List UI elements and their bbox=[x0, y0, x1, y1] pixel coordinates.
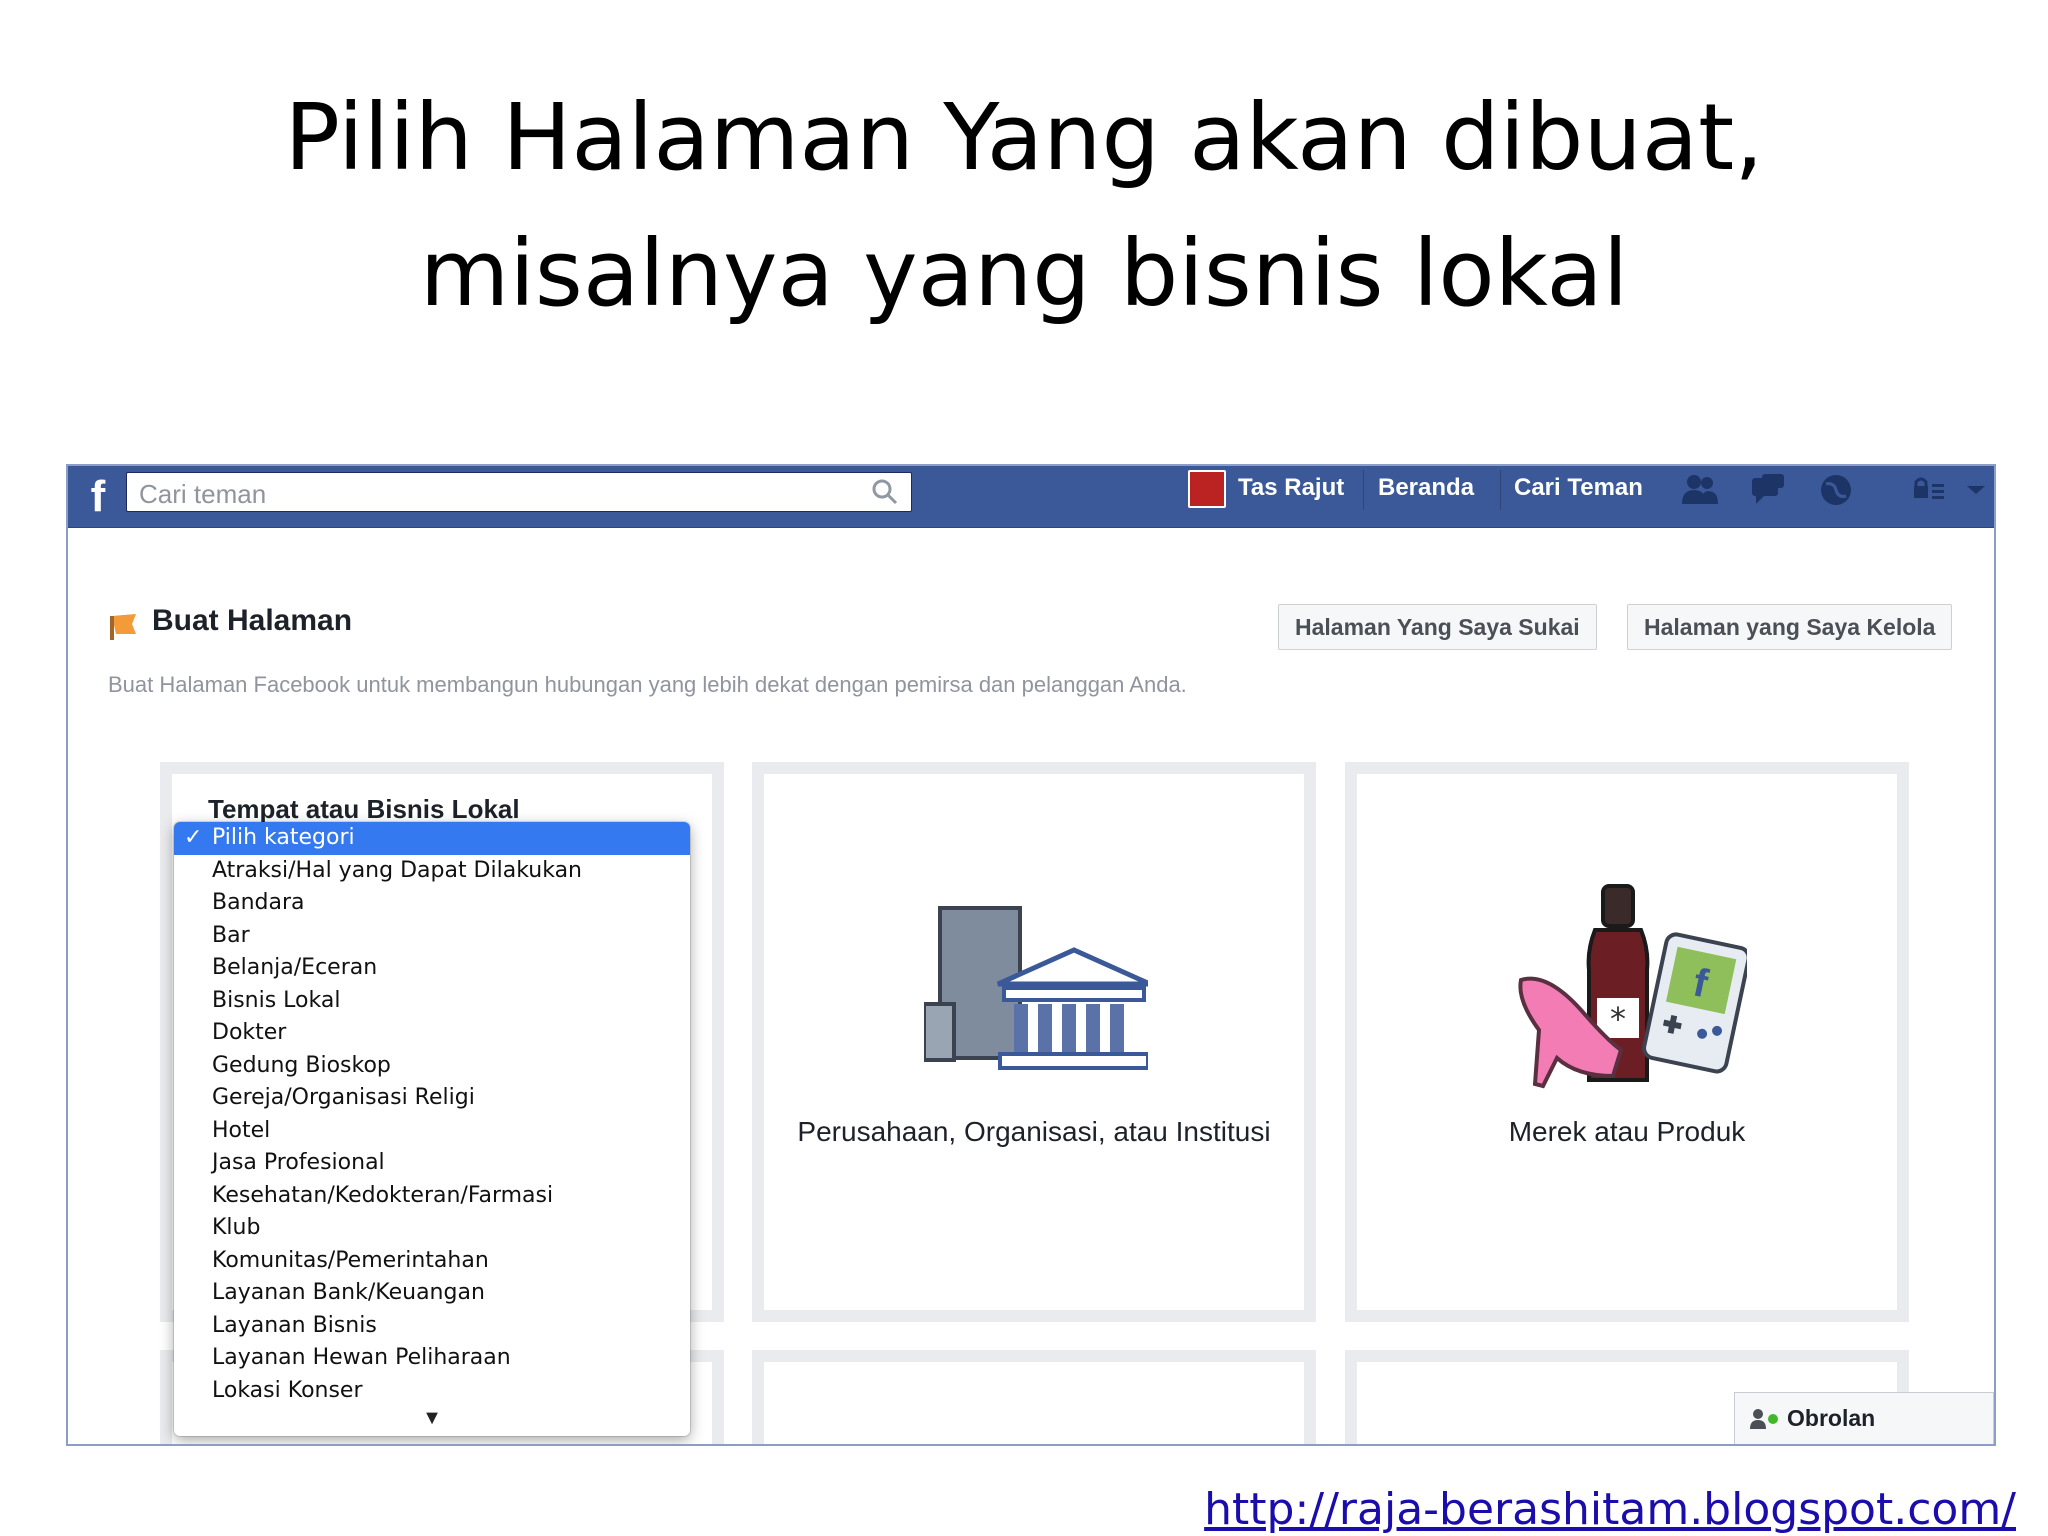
facebook-top-bar: f Cari teman Tas Rajut Beranda Cari Tema… bbox=[68, 466, 1994, 528]
profile-avatar[interactable] bbox=[1188, 470, 1226, 508]
card-row2-2[interactable] bbox=[752, 1350, 1316, 1444]
dropdown-option[interactable]: Layanan Hewan Peliharaan bbox=[174, 1342, 690, 1375]
dropdown-option[interactable]: Belanja/Eceran bbox=[174, 952, 690, 985]
card-brand-product[interactable]: * f Merek atau Produk bbox=[1345, 762, 1909, 1322]
dropdown-option[interactable]: Layanan Bisnis bbox=[174, 1310, 690, 1343]
managed-pages-button[interactable]: Halaman yang Saya Kelola bbox=[1627, 604, 1953, 650]
nav-profile-link[interactable]: Tas Rajut bbox=[1238, 472, 1344, 504]
card-brand-label: Merek atau Produk bbox=[1508, 1116, 1746, 1147]
dropdown-option[interactable]: Atraksi/Hal yang Dapat Dilakukan bbox=[174, 855, 690, 888]
scroll-down-arrow-icon[interactable]: ▼ bbox=[174, 1407, 690, 1430]
dropdown-option[interactable]: Hotel bbox=[174, 1115, 690, 1148]
checkmark-icon: ✓ bbox=[184, 825, 203, 850]
facebook-screenshot: f Cari teman Tas Rajut Beranda Cari Tema… bbox=[66, 464, 1996, 1446]
dropdown-option[interactable]: Klub bbox=[174, 1212, 690, 1245]
messages-icon[interactable] bbox=[1748, 472, 1788, 508]
search-icon[interactable] bbox=[871, 478, 899, 506]
dropdown-option[interactable]: Dokter bbox=[174, 1017, 690, 1050]
category-dropdown[interactable]: ✓ Pilih kategori Atraksi/Hal yang Dapat … bbox=[174, 822, 690, 1436]
privacy-shortcuts-icon[interactable] bbox=[1908, 472, 1948, 508]
friend-requests-icon[interactable] bbox=[1680, 472, 1720, 508]
page-description: Buat Halaman Facebook untuk membangun hu… bbox=[108, 672, 1187, 697]
liked-pages-button[interactable]: Halaman Yang Saya Sukai bbox=[1278, 604, 1597, 650]
blog-url-link[interactable]: http://raja-berashitam.blogspot.com/ bbox=[1204, 1484, 2016, 1535]
dropdown-option-selected[interactable]: ✓ Pilih kategori bbox=[174, 822, 690, 855]
dropdown-selected-label: Pilih kategori bbox=[212, 825, 355, 850]
card-company-label: Perusahaan, Organisasi, atau Institusi bbox=[797, 1116, 1271, 1147]
chevron-down-icon[interactable] bbox=[1963, 472, 1989, 508]
dropdown-option[interactable]: Komunitas/Pemerintahan bbox=[174, 1245, 690, 1278]
nav-divider bbox=[1363, 470, 1364, 510]
dropdown-option[interactable]: Jasa Profesional bbox=[174, 1147, 690, 1180]
nav-home-link[interactable]: Beranda bbox=[1378, 472, 1474, 504]
slide-title-line-1: Pilih Halaman Yang akan dibuat, bbox=[284, 84, 1764, 191]
brand-products-icon: * f bbox=[1518, 884, 1747, 1089]
page-title: Buat Halaman bbox=[152, 604, 353, 637]
company-building-icon bbox=[924, 906, 1148, 1070]
chat-bar[interactable]: Obrolan bbox=[1734, 1392, 1994, 1444]
dropdown-option[interactable]: Gedung Bioskop bbox=[174, 1050, 690, 1083]
slide-title: Pilih Halaman Yang akan dibuat, misalnya… bbox=[0, 70, 2048, 342]
facebook-logo-icon[interactable]: f bbox=[78, 472, 118, 521]
slide-title-line-2: misalnya yang bisnis lokal bbox=[419, 220, 1629, 327]
svg-text:*: * bbox=[1610, 1000, 1626, 1038]
chat-label: Obrolan bbox=[1787, 1405, 1876, 1431]
flag-icon bbox=[110, 614, 136, 640]
dropdown-option[interactable]: Layanan Bank/Keuangan bbox=[174, 1277, 690, 1310]
dropdown-option[interactable]: Bisnis Lokal bbox=[174, 985, 690, 1018]
dropdown-option[interactable]: Kesehatan/Kedokteran/Farmasi bbox=[174, 1180, 690, 1213]
card-local-business-title: Tempat atau Bisnis Lokal bbox=[208, 794, 520, 824]
dropdown-option[interactable]: Lokasi Konser bbox=[174, 1375, 690, 1408]
dropdown-option[interactable]: Bar bbox=[174, 920, 690, 953]
search-input[interactable]: Cari teman bbox=[126, 472, 912, 512]
dropdown-option[interactable]: Gereja/Organisasi Religi bbox=[174, 1082, 690, 1115]
search-placeholder: Cari teman bbox=[139, 479, 267, 509]
notifications-globe-icon[interactable] bbox=[1816, 472, 1856, 508]
chat-friends-icon bbox=[1750, 1409, 1778, 1429]
nav-divider bbox=[1500, 470, 1501, 510]
nav-find-friends-link[interactable]: Cari Teman bbox=[1514, 472, 1643, 504]
card-company-organization[interactable]: Perusahaan, Organisasi, atau Institusi bbox=[752, 762, 1316, 1322]
dropdown-option[interactable]: Bandara bbox=[174, 887, 690, 920]
